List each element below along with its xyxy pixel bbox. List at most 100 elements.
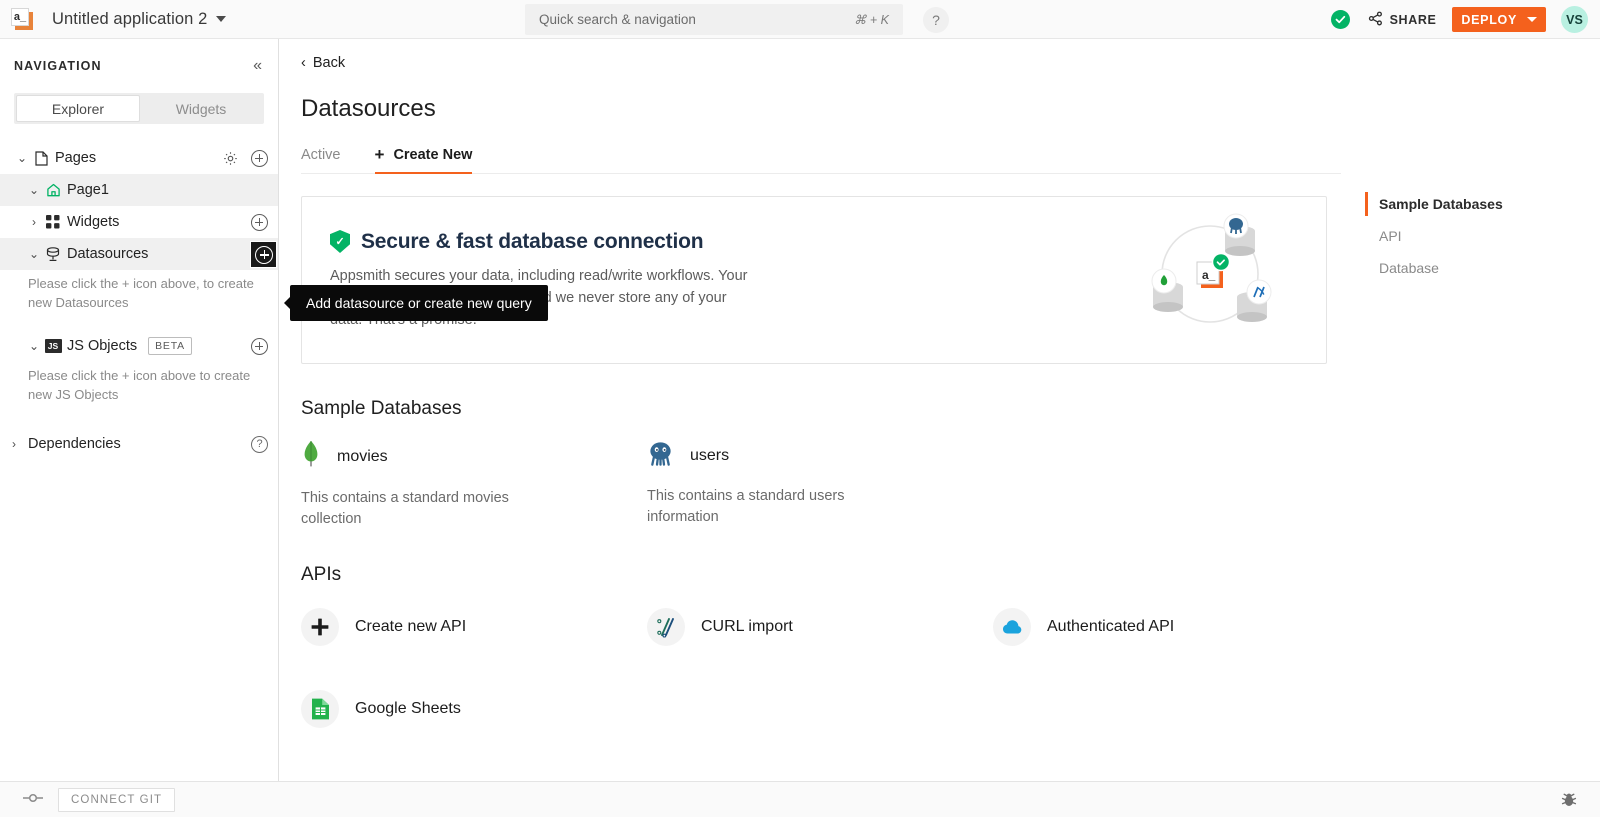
back-label: Back [312,55,346,71]
api-item-google-sheets[interactable]: Google Sheets [301,690,647,728]
api-item-curl-import[interactable]: CURL import [647,608,993,646]
chevron-down-icon[interactable]: ⌄ [26,183,42,197]
main-content: ‹ Back Datasources Active + Create New ✓… [279,39,1600,781]
help-icon[interactable]: ? [251,435,268,453]
collapse-left-icon[interactable]: « [253,58,262,74]
sample-db-description: This contains a standard movies collecti… [301,490,509,527]
svg-text:a_: a_ [1202,268,1216,282]
chevron-down-icon[interactable]: ⌄ [26,247,42,261]
sidebar-item-widgets[interactable]: › Widgets [0,206,278,238]
add-js-object-button[interactable] [251,337,268,355]
deploy-label: DEPLOY [1461,12,1517,27]
bottom-bar: CONNECT GIT [0,781,1600,817]
top-bar: a_ Untitled application 2 Quick search &… [0,0,1600,39]
sidebar-tree: ⌄ Pages ⌄ Page1 › Widgets ⌄ Datasources … [0,142,278,781]
api-label: Create new API [355,618,467,635]
sidebar-item-label: JS Objects [67,338,138,354]
connect-git-button[interactable]: CONNECT GIT [58,787,176,812]
gear-icon[interactable] [223,151,238,166]
check-circle-icon [1330,10,1350,29]
avatar[interactable]: VS [1561,6,1588,33]
curl-icon [647,608,685,646]
sample-db-name: users [690,446,730,464]
sidebar-item-pages[interactable]: ⌄ Pages [0,142,278,174]
apis-grid: Create new API CURL import Authenticated… [301,608,1341,728]
chevron-down-icon[interactable]: ⌄ [14,151,30,165]
promo-body: Appsmith secures your data, including re… [330,267,748,328]
sidebar-item-js-objects[interactable]: ⌄ JS JS Objects BETA [0,330,278,362]
sample-db-name: movies [337,447,388,465]
page-icon [30,150,52,166]
back-button[interactable]: ‹ Back [301,55,345,71]
datasources-hint: Please click the + icon above, to create… [28,276,254,310]
sidebar-item-label: Datasources [67,246,149,262]
tab-create-new[interactable]: + Create New [374,146,473,174]
promo-heading: Secure & fast database connection [361,229,704,253]
content-columns: ✓ Secure & fast database connection Apps… [301,174,1600,781]
widgets-grid-icon [42,215,64,229]
section-nav-sample-databases[interactable]: Sample Databases [1365,188,1600,220]
sample-databases-grid: movies This contains a standard movies c… [301,440,1341,530]
sample-db-card-movies[interactable]: movies This contains a standard movies c… [301,440,647,530]
sidebar-item-dependencies[interactable]: › Dependencies ? [0,428,278,460]
app-root: a_ Untitled application 2 Quick search &… [0,0,1600,817]
google-sheets-icon [301,690,339,728]
deploy-button[interactable]: DEPLOY [1452,7,1546,32]
section-nav: Sample Databases API Database [1341,174,1600,781]
body: NAVIGATION « Explorer Widgets ⌄ Pages ⌄ … [0,39,1600,781]
chevron-left-icon: ‹ [301,55,306,71]
mongodb-leaf-icon [301,440,321,473]
tab-widgets[interactable]: Widgets [140,95,262,122]
sidebar-item-label: Widgets [67,214,120,230]
chevron-right-icon[interactable]: › [26,215,42,229]
bug-icon[interactable] [1560,791,1578,809]
sidebar-item-datasources[interactable]: ⌄ Datasources [0,238,278,270]
datasource-tabs: Active + Create New [301,146,1341,174]
page-title: Datasources [301,95,436,122]
sidebar-title: NAVIGATION [14,59,102,73]
chevron-down-icon[interactable] [216,16,227,22]
api-item-authenticated-api[interactable]: Authenticated API [993,608,1339,646]
sidebar-header: NAVIGATION « [0,39,278,93]
api-label: CURL import [701,618,793,635]
app-title[interactable]: Untitled application 2 [52,10,207,29]
api-item-create-new-api[interactable]: Create new API [301,608,647,646]
chevron-down-icon[interactable]: ⌄ [26,339,42,353]
add-page-button[interactable] [251,149,268,167]
share-icon [1368,11,1383,29]
chevron-right-icon[interactable]: › [6,437,22,451]
add-widget-button[interactable] [251,213,268,231]
tab-active[interactable]: Active [301,147,341,174]
section-nav-database[interactable]: Database [1365,252,1600,284]
tab-explorer[interactable]: Explorer [16,95,140,122]
search-input[interactable]: Quick search & navigation ⌘ + K [525,4,903,35]
api-label: Authenticated API [1047,618,1175,635]
help-button[interactable]: ? [923,6,949,33]
beta-badge: BETA [148,337,192,355]
git-branch-icon[interactable] [22,791,44,809]
share-label: SHARE [1389,12,1437,27]
sidebar-item-label: Page1 [67,182,109,198]
authenticated-api-icon [993,608,1031,646]
home-icon [42,183,64,197]
section-nav-api[interactable]: API [1365,220,1600,252]
add-datasource-button[interactable] [250,240,277,268]
plus-icon [301,608,339,646]
tab-label: Active [301,147,341,163]
sample-db-card-users[interactable]: users This contains a standard users inf… [647,440,993,530]
sidebar-item-page1[interactable]: ⌄ Page1 [0,174,278,206]
api-label: Google Sheets [355,700,461,717]
sidebar: NAVIGATION « Explorer Widgets ⌄ Pages ⌄ … [0,39,279,781]
search-shortcut: ⌘ + K [853,13,889,27]
tab-label: Create New [393,146,473,163]
sample-db-description: This contains a standard users informati… [647,488,845,525]
shield-check-icon: ✓ [330,230,350,253]
sidebar-item-label: Pages [55,150,97,166]
app-logo-icon: a_ [11,8,33,30]
search-placeholder: Quick search & navigation [539,12,696,27]
chevron-down-icon[interactable] [1527,17,1537,22]
top-bar-center: Quick search & navigation ⌘ + K ? [525,4,949,35]
sidebar-tab-group: Explorer Widgets [14,93,264,124]
sample-databases-title: Sample Databases [301,398,462,419]
share-button[interactable]: SHARE [1368,11,1437,29]
